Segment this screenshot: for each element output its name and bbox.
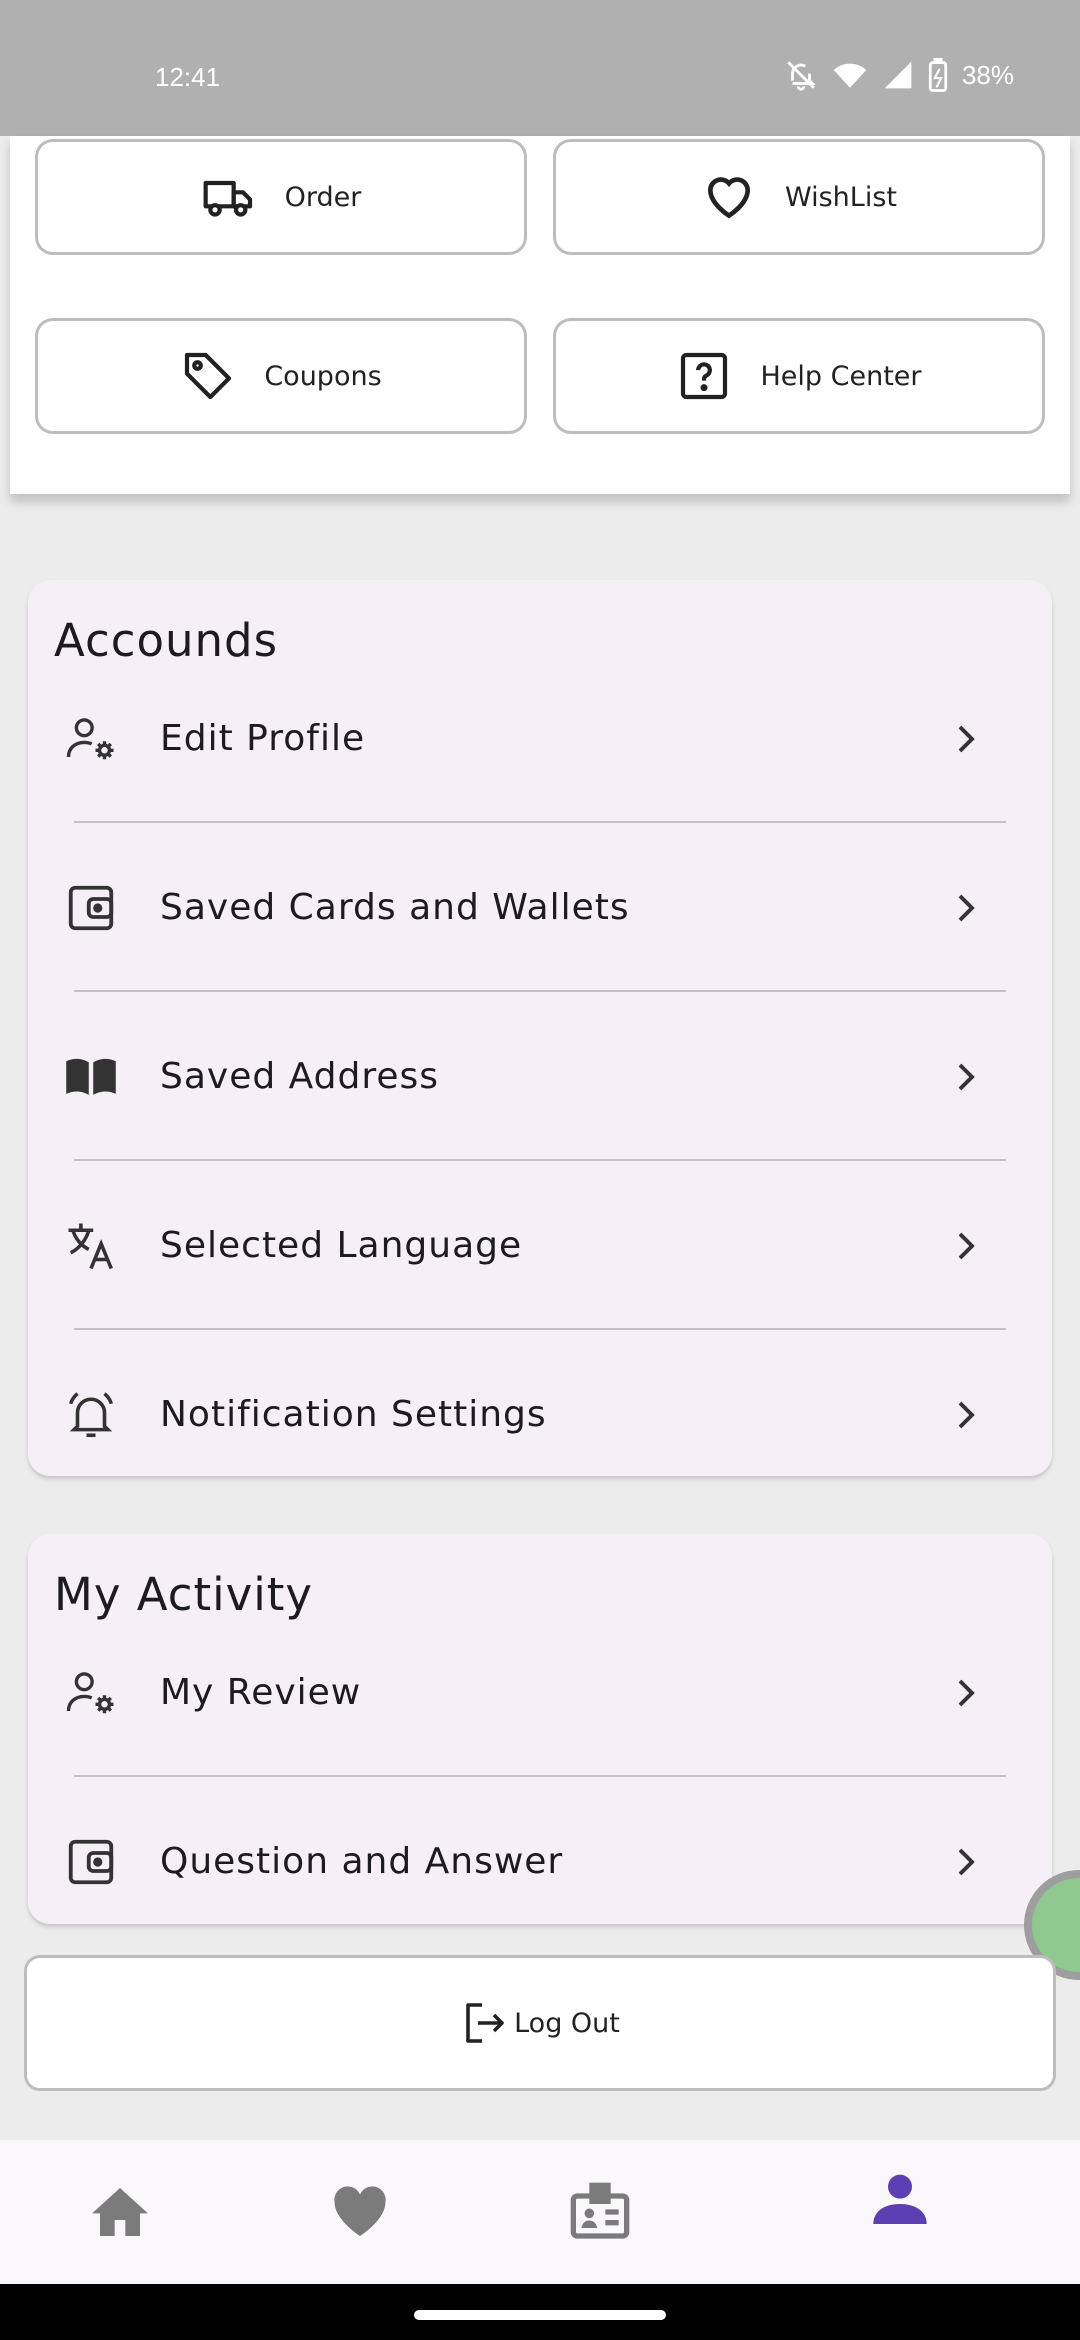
wifi-icon	[833, 63, 867, 88]
divider	[74, 821, 1006, 823]
heart-outline-icon	[707, 177, 751, 219]
battery-percent: 38%	[961, 59, 1014, 90]
accounts-section: Accounds Edit Profile Saved Cards and Wa…	[28, 580, 1052, 1476]
wallet-icon	[68, 885, 114, 931]
chevron-right-icon	[958, 1848, 975, 1876]
user-gear-icon	[66, 718, 114, 760]
saved-address-label: Saved Address	[160, 1056, 440, 1097]
chevron-right-icon	[958, 725, 975, 753]
chevron-right-icon	[958, 1063, 975, 1091]
my-review-row[interactable]: My Review	[28, 1638, 1052, 1748]
user-gear-icon	[66, 1672, 114, 1714]
nav-id-badge[interactable]	[568, 2180, 632, 2244]
logout-button[interactable]: Log Out	[24, 1955, 1056, 2091]
open-book-icon	[66, 1058, 116, 1095]
order-label: Order	[284, 181, 362, 213]
coupons-label: Coupons	[264, 360, 382, 392]
chevron-right-icon	[958, 1232, 975, 1260]
home-icon	[92, 2188, 148, 2236]
status-icons: 38%	[784, 58, 1014, 92]
saved-cards-label: Saved Cards and Wallets	[160, 887, 630, 928]
home-indicator[interactable]	[414, 2310, 666, 2320]
chevron-right-icon	[958, 1679, 975, 1707]
logout-icon	[466, 2003, 504, 2043]
selected-language-row[interactable]: Selected Language	[28, 1191, 1052, 1301]
question-answer-label: Question and Answer	[160, 1841, 564, 1882]
question-answer-row[interactable]: Question and Answer	[28, 1807, 1052, 1917]
divider	[74, 1775, 1006, 1777]
nav-profile[interactable]	[868, 2168, 932, 2232]
activity-section: My Activity My Review Question and Answe…	[28, 1534, 1052, 1924]
logout-label: Log Out	[514, 2007, 620, 2039]
edit-profile-label: Edit Profile	[160, 718, 366, 759]
help-box-icon	[681, 352, 728, 400]
selected-language-label: Selected Language	[160, 1225, 523, 1266]
saved-cards-row[interactable]: Saved Cards and Wallets	[28, 853, 1052, 963]
alarm-bell-icon	[69, 1392, 113, 1438]
help-center-button[interactable]: Help Center	[553, 318, 1045, 434]
battery-icon	[928, 58, 948, 92]
bell-off-icon	[787, 61, 816, 91]
chevron-right-icon	[958, 894, 975, 922]
activity-title: My Activity	[54, 1568, 314, 1621]
id-badge-icon	[570, 2182, 630, 2239]
truck-icon	[203, 180, 252, 217]
quick-actions-card: Order WishList Coupons Help Center	[10, 136, 1070, 494]
my-review-label: My Review	[160, 1672, 362, 1713]
status-time: 12:41	[155, 62, 221, 92]
divider	[74, 1159, 1006, 1161]
translate-icon	[68, 1223, 113, 1270]
saved-address-row[interactable]: Saved Address	[28, 1022, 1052, 1132]
edit-profile-row[interactable]: Edit Profile	[28, 684, 1052, 794]
bottom-nav	[0, 2140, 1080, 2284]
person-icon	[873, 2174, 927, 2224]
tag-icon	[185, 352, 232, 400]
divider	[74, 990, 1006, 992]
wallet-icon	[68, 1839, 114, 1885]
status-bar: 12:41 38%	[0, 0, 1080, 136]
notification-settings-row[interactable]: Notification Settings	[28, 1360, 1052, 1470]
cell-signal-icon	[884, 61, 912, 89]
nav-home[interactable]	[88, 2180, 152, 2244]
wishlist-button[interactable]: WishList	[553, 139, 1045, 255]
help-center-label: Help Center	[760, 360, 922, 392]
notification-settings-label: Notification Settings	[160, 1394, 547, 1435]
heart-icon	[334, 2186, 386, 2236]
coupons-button[interactable]: Coupons	[35, 318, 527, 434]
chevron-right-icon	[958, 1401, 975, 1429]
order-button[interactable]: Order	[35, 139, 527, 255]
accounts-title: Accounds	[54, 614, 279, 667]
wishlist-label: WishList	[785, 181, 897, 213]
nav-wishlist[interactable]	[328, 2180, 392, 2244]
gesture-bar	[0, 2284, 1080, 2340]
divider	[74, 1328, 1006, 1330]
